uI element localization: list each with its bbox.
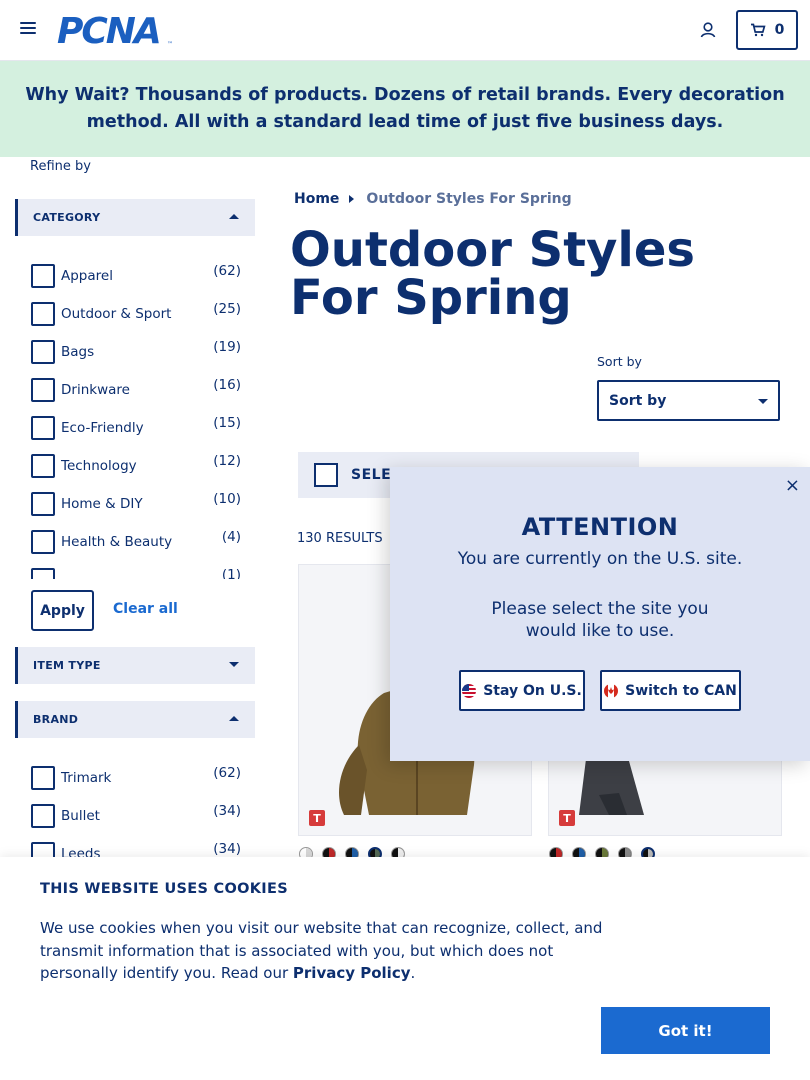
modal-message: Please select the site you bbox=[491, 599, 709, 619]
got-it-button[interactable]: Got it! bbox=[601, 1007, 770, 1054]
sort-select[interactable]: Sort by bbox=[597, 380, 780, 421]
facet-checkbox[interactable] bbox=[31, 454, 55, 478]
facet-checkbox[interactable] bbox=[31, 302, 55, 326]
switch-to-can-button[interactable]: Switch to CAN bbox=[600, 670, 741, 711]
facet-item[interactable]: Eco-Friendly (15) bbox=[31, 409, 243, 447]
brand-badge: T bbox=[309, 810, 325, 826]
refine-by-label: Refine by bbox=[30, 159, 91, 174]
facet-count: (12) bbox=[213, 453, 241, 469]
facet-count: (25) bbox=[213, 301, 241, 317]
promo-banner: Why Wait? Thousands of products. Dozens … bbox=[0, 61, 810, 157]
account-icon[interactable] bbox=[699, 21, 717, 39]
stay-on-us-label: Stay On U.S. bbox=[483, 682, 582, 699]
clear-all-link[interactable]: Clear all bbox=[113, 601, 178, 617]
cookie-title: THIS WEBSITE USES COOKIES bbox=[40, 881, 288, 897]
apply-button[interactable]: Apply bbox=[31, 590, 94, 631]
facet-checkbox[interactable] bbox=[31, 766, 55, 790]
facet-item[interactable]: Drinkware (16) bbox=[31, 371, 243, 409]
facet-count: (4) bbox=[221, 529, 241, 545]
facet-checkbox[interactable] bbox=[31, 340, 55, 364]
facet-checkbox[interactable] bbox=[31, 264, 55, 288]
cookie-end: . bbox=[410, 964, 416, 982]
privacy-policy-link[interactable]: Privacy Policy bbox=[293, 964, 411, 982]
sort-label: Sort by bbox=[597, 354, 642, 369]
switch-to-can-label: Switch to CAN bbox=[625, 682, 737, 699]
facet-count: (62) bbox=[213, 263, 241, 279]
menu-icon[interactable] bbox=[20, 22, 36, 36]
facet-item[interactable]: Outdoor & Sport (25) bbox=[31, 295, 243, 333]
caret-down-icon bbox=[229, 662, 239, 667]
facet-item[interactable]: Bullet (34) bbox=[31, 797, 243, 835]
svg-text:™: ™ bbox=[167, 41, 173, 48]
cookie-text: We use cookies when you visit our websit… bbox=[40, 917, 620, 985]
modal-message: would like to use. bbox=[525, 621, 675, 641]
promo-banner-text: Why Wait? Thousands of products. Dozens … bbox=[25, 85, 785, 132]
facet-checkbox[interactable] bbox=[31, 416, 55, 440]
facet-title: CATEGORY bbox=[33, 211, 101, 224]
facet-checkbox[interactable] bbox=[31, 804, 55, 828]
canada-flag-icon bbox=[604, 683, 619, 698]
facet-item[interactable]: Health & Beauty (4) bbox=[31, 523, 243, 561]
facet-label: Health & Beauty bbox=[61, 534, 173, 550]
facet-item[interactable]: Bags (19) bbox=[31, 333, 243, 371]
caret-up-icon bbox=[229, 716, 239, 721]
facet-title: BRAND bbox=[33, 713, 79, 726]
cart-button[interactable]: 0 bbox=[736, 10, 798, 50]
caret-up-icon bbox=[229, 214, 239, 219]
facet-count: (15) bbox=[213, 415, 241, 431]
facet-item[interactable]: Home & DIY (10) bbox=[31, 485, 243, 523]
facet-count: (34) bbox=[213, 803, 241, 819]
chevron-right-icon bbox=[349, 195, 355, 203]
brand-badge: T bbox=[559, 810, 575, 826]
cart-icon bbox=[750, 23, 766, 37]
site-select-modal: × ATTENTION You are currently on the U.S… bbox=[390, 467, 810, 761]
cookie-banner: THIS WEBSITE USES COOKIES We use cookies… bbox=[0, 857, 810, 1080]
stay-on-us-button[interactable]: Stay On U.S. bbox=[459, 670, 585, 711]
facet-title: ITEM TYPE bbox=[33, 659, 101, 672]
site-header: PCNA ™ 0 bbox=[0, 0, 810, 61]
svg-text:PCNA: PCNA bbox=[57, 12, 160, 48]
category-facet-list: Apparel (62) Outdoor & Sport (25) Bags (19)… bbox=[31, 257, 243, 579]
facet-count: (10) bbox=[213, 491, 241, 507]
facet-header-category[interactable]: CATEGORY bbox=[15, 199, 255, 236]
facet-item[interactable]: (1) bbox=[31, 561, 243, 579]
brand-facet-list: Trimark (62) Bullet (34) Leeds (34) bbox=[31, 759, 243, 869]
facet-header-brand[interactable]: BRAND bbox=[15, 701, 255, 738]
sort-select-value: Sort by bbox=[609, 392, 667, 409]
page-title: Outdoor Styles For Spring bbox=[290, 222, 695, 326]
facet-count: (16) bbox=[213, 377, 241, 393]
facet-checkbox[interactable] bbox=[31, 492, 55, 516]
modal-message: You are currently on the U.S. site. bbox=[457, 549, 743, 569]
facet-header-item-type[interactable]: ITEM TYPE bbox=[15, 647, 255, 684]
close-icon[interactable]: × bbox=[785, 477, 800, 495]
breadcrumb: Home Outdoor Styles For Spring bbox=[294, 191, 572, 207]
modal-title: ATTENTION bbox=[521, 513, 679, 541]
facet-count: (19) bbox=[213, 339, 241, 355]
facet-checkbox[interactable] bbox=[31, 530, 55, 554]
chevron-down-icon bbox=[758, 399, 768, 404]
breadcrumb-current: Outdoor Styles For Spring bbox=[366, 191, 572, 207]
facet-checkbox[interactable] bbox=[31, 568, 55, 579]
facet-item[interactable]: Apparel (62) bbox=[31, 257, 243, 295]
cart-count: 0 bbox=[774, 22, 785, 38]
facet-checkbox[interactable] bbox=[31, 378, 55, 402]
facet-count: (1) bbox=[221, 567, 241, 579]
facet-count: (34) bbox=[213, 841, 241, 857]
facet-count: (62) bbox=[213, 765, 241, 781]
breadcrumb-home[interactable]: Home bbox=[294, 191, 339, 207]
us-flag-icon bbox=[462, 683, 477, 698]
select-all-checkbox[interactable] bbox=[314, 463, 338, 487]
facet-item[interactable]: Trimark (62) bbox=[31, 759, 243, 797]
facet-item[interactable]: Technology (12) bbox=[31, 447, 243, 485]
results-count: 130 RESULTS bbox=[297, 531, 383, 546]
pcna-logo[interactable]: PCNA ™ bbox=[57, 11, 177, 52]
